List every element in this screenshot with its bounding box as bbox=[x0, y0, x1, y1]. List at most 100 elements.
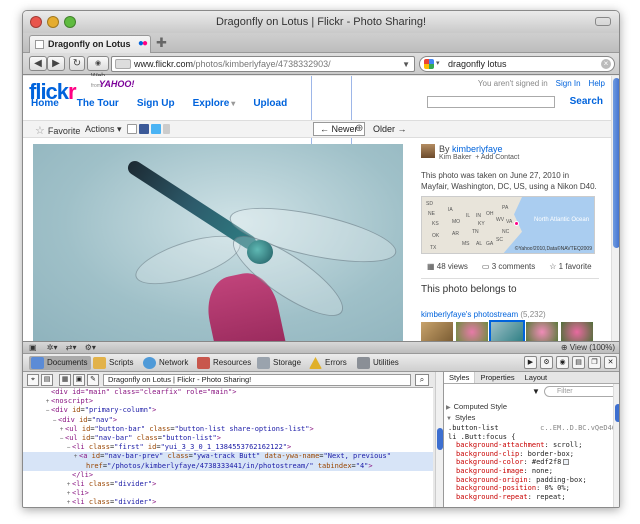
zoom-icon[interactable]: ⊕ bbox=[355, 123, 363, 134]
toolbar-toggle-button[interactable] bbox=[595, 17, 611, 26]
expand-icon[interactable]: + bbox=[65, 498, 72, 507]
chevron-down-icon[interactable]: ▼ bbox=[402, 58, 410, 71]
address-bar[interactable]: www.flickr.com/photos/kimberlyfaye/47383… bbox=[111, 56, 415, 72]
css-property[interactable]: background-origin: padding-box; bbox=[448, 476, 619, 485]
styles-section[interactable]: ▼ Styles bbox=[446, 413, 475, 422]
thumbnail[interactable] bbox=[561, 322, 593, 341]
filter-input[interactable]: Filter bbox=[544, 386, 618, 397]
nav-tour[interactable]: The Tour bbox=[77, 98, 119, 109]
network-icon[interactable]: ⇄▾ bbox=[66, 343, 77, 352]
layout-icon[interactable]: ▤ bbox=[572, 356, 585, 369]
css-property[interactable]: background-position: 0% 0%; bbox=[448, 484, 619, 493]
dom-search-icon[interactable]: ⌕ bbox=[415, 374, 429, 386]
expand-icon[interactable]: + bbox=[65, 480, 72, 489]
nav-upload[interactable]: Upload bbox=[253, 98, 287, 109]
search-bar[interactable]: ▾ dragonfly lotus × bbox=[419, 56, 615, 72]
css-property[interactable]: background-image: none; bbox=[448, 467, 619, 476]
web-button[interactable]: ◉ Web bbox=[87, 56, 109, 80]
close-button[interactable] bbox=[30, 16, 42, 28]
thumbnail[interactable] bbox=[456, 322, 488, 341]
dom-node-line[interactable]: + <li class="divider"> bbox=[23, 498, 433, 507]
collapse-icon[interactable]: − bbox=[58, 434, 65, 443]
page-scrollbar[interactable] bbox=[611, 76, 619, 341]
scrollbar-thumb[interactable] bbox=[613, 78, 619, 248]
expand-icon[interactable]: + bbox=[72, 452, 79, 461]
collapse-icon[interactable]: − bbox=[51, 416, 58, 425]
thumbnail[interactable] bbox=[421, 322, 453, 341]
dom-scrollbar[interactable] bbox=[435, 372, 443, 507]
expand-icon[interactable]: + bbox=[58, 425, 65, 434]
tab-resources[interactable]: Resources bbox=[195, 356, 251, 370]
email-icon[interactable] bbox=[127, 124, 137, 134]
dom-node-line[interactable]: + <noscript> bbox=[23, 397, 433, 406]
nav-home[interactable]: Home bbox=[31, 98, 59, 109]
favorites-count[interactable]: ☆ 1 favorite bbox=[549, 262, 591, 271]
dom-node-line[interactable]: + <li class="divider"> bbox=[23, 480, 433, 489]
dom-node-line[interactable]: + <ul id="button-bar" class="button-list … bbox=[23, 425, 433, 434]
tab-utilities[interactable]: Utilities bbox=[355, 356, 399, 370]
css-property[interactable]: background-clip: border-box; bbox=[448, 450, 619, 459]
dom-node-line[interactable]: − <div id="primary-column"> bbox=[23, 406, 433, 415]
back-button[interactable]: ◀ bbox=[29, 56, 47, 71]
help-link[interactable]: Help bbox=[589, 79, 605, 88]
expand-icon[interactable]: + bbox=[65, 507, 72, 508]
css-property[interactable]: background-attachment: scroll; bbox=[448, 441, 619, 450]
reload-button[interactable]: ↻ bbox=[69, 56, 85, 71]
detach-icon[interactable]: ❐ bbox=[588, 356, 601, 369]
photostream-link[interactable]: kimberlyfaye's photostream bbox=[421, 310, 518, 319]
chevron-down-icon[interactable]: ▾ bbox=[436, 57, 440, 71]
zoom-status[interactable]: ⊕ View (100%) bbox=[561, 342, 615, 353]
facebook-icon[interactable] bbox=[139, 124, 149, 134]
filter-icon[interactable]: ▼ bbox=[532, 387, 540, 396]
zoom-button[interactable] bbox=[64, 16, 76, 28]
tab-storage[interactable]: Storage bbox=[255, 356, 301, 370]
rule-source-link[interactable]: c..EM..D.BC.vQeD46 bbox=[540, 424, 616, 433]
collapse-icon[interactable]: − bbox=[44, 406, 51, 415]
tab-dragonfly[interactable]: Dragonfly on Lotus ●● bbox=[29, 35, 151, 53]
dom-node-line[interactable]: <div id="main" class="clearfix" role="ma… bbox=[23, 388, 433, 397]
dom-node-line[interactable]: + <a id="nav-bar-prev" class="ywa-track B… bbox=[23, 452, 433, 462]
highlight-icon[interactable]: ▦ bbox=[59, 374, 71, 386]
thumbnail[interactable] bbox=[526, 322, 558, 341]
forward-button[interactable]: ▶ bbox=[47, 56, 65, 71]
actions-menu[interactable]: Actions ▾ bbox=[85, 124, 122, 135]
nav-explore[interactable]: Explore ▾ bbox=[193, 98, 236, 109]
owner-link[interactable]: kimberlyfaye bbox=[452, 144, 503, 154]
settings-icon[interactable]: ⚙ bbox=[540, 356, 553, 369]
dom-tree[interactable]: <div id="main" class="clearfix" role="ma… bbox=[23, 388, 433, 508]
dom-view-icon[interactable]: ▤ bbox=[41, 374, 53, 386]
css-property[interactable]: background-repeat: repeat; bbox=[448, 493, 619, 502]
dom-node-line[interactable]: +<li class="last"> bbox=[23, 507, 433, 508]
tab-network[interactable]: Network bbox=[141, 356, 188, 370]
expand-icon[interactable]: + bbox=[44, 397, 51, 406]
color-swatch-icon[interactable] bbox=[563, 459, 570, 466]
expand-icon[interactable]: + bbox=[65, 489, 72, 498]
thumbnail[interactable] bbox=[489, 320, 525, 341]
dom-node-line[interactable]: − <ul id="nav-bar" class="button-list"> bbox=[23, 434, 433, 443]
tab-styles[interactable]: Styles bbox=[444, 372, 476, 383]
chevron-down-icon[interactable] bbox=[163, 124, 170, 134]
clear-search-icon[interactable]: × bbox=[601, 59, 611, 69]
comments-count[interactable]: ▭ 3 comments bbox=[482, 262, 535, 271]
minimize-button[interactable] bbox=[47, 16, 59, 28]
record-icon[interactable]: ◉ bbox=[556, 356, 569, 369]
settings-icon[interactable]: ⚙▾ bbox=[85, 343, 96, 352]
styles-scrollbar[interactable] bbox=[613, 384, 619, 507]
inspect-icon[interactable]: ⌖ bbox=[27, 374, 39, 386]
dom-node-line[interactable]: href="/photos/kimberlyfaye/4738333441/in… bbox=[23, 461, 433, 471]
older-button[interactable]: Older → bbox=[373, 124, 407, 134]
dock-icon[interactable]: ▣ bbox=[29, 343, 37, 352]
tab-errors[interactable]: Errors bbox=[307, 356, 347, 370]
close-devtools-icon[interactable]: ✕ bbox=[604, 356, 617, 369]
console-icon[interactable]: ▶ bbox=[524, 356, 537, 369]
collapse-icon[interactable]: − bbox=[65, 443, 72, 452]
location-map[interactable]: SD NE KS OK TX IA MO AR IL IN OH KY TN M… bbox=[421, 196, 595, 254]
main-photo[interactable] bbox=[33, 144, 403, 341]
spider-icon[interactable]: ✲▾ bbox=[47, 343, 58, 352]
computed-style-section[interactable]: ▶ Computed Style bbox=[446, 402, 507, 411]
favorite-button[interactable]: ☆ Favorite bbox=[35, 124, 80, 137]
snapshot-icon[interactable]: ▣ bbox=[73, 374, 85, 386]
add-contact-link[interactable]: + Add Contact bbox=[475, 154, 519, 161]
page-search-button[interactable]: Search bbox=[570, 96, 603, 107]
dom-node-line[interactable]: </li> bbox=[23, 471, 433, 480]
